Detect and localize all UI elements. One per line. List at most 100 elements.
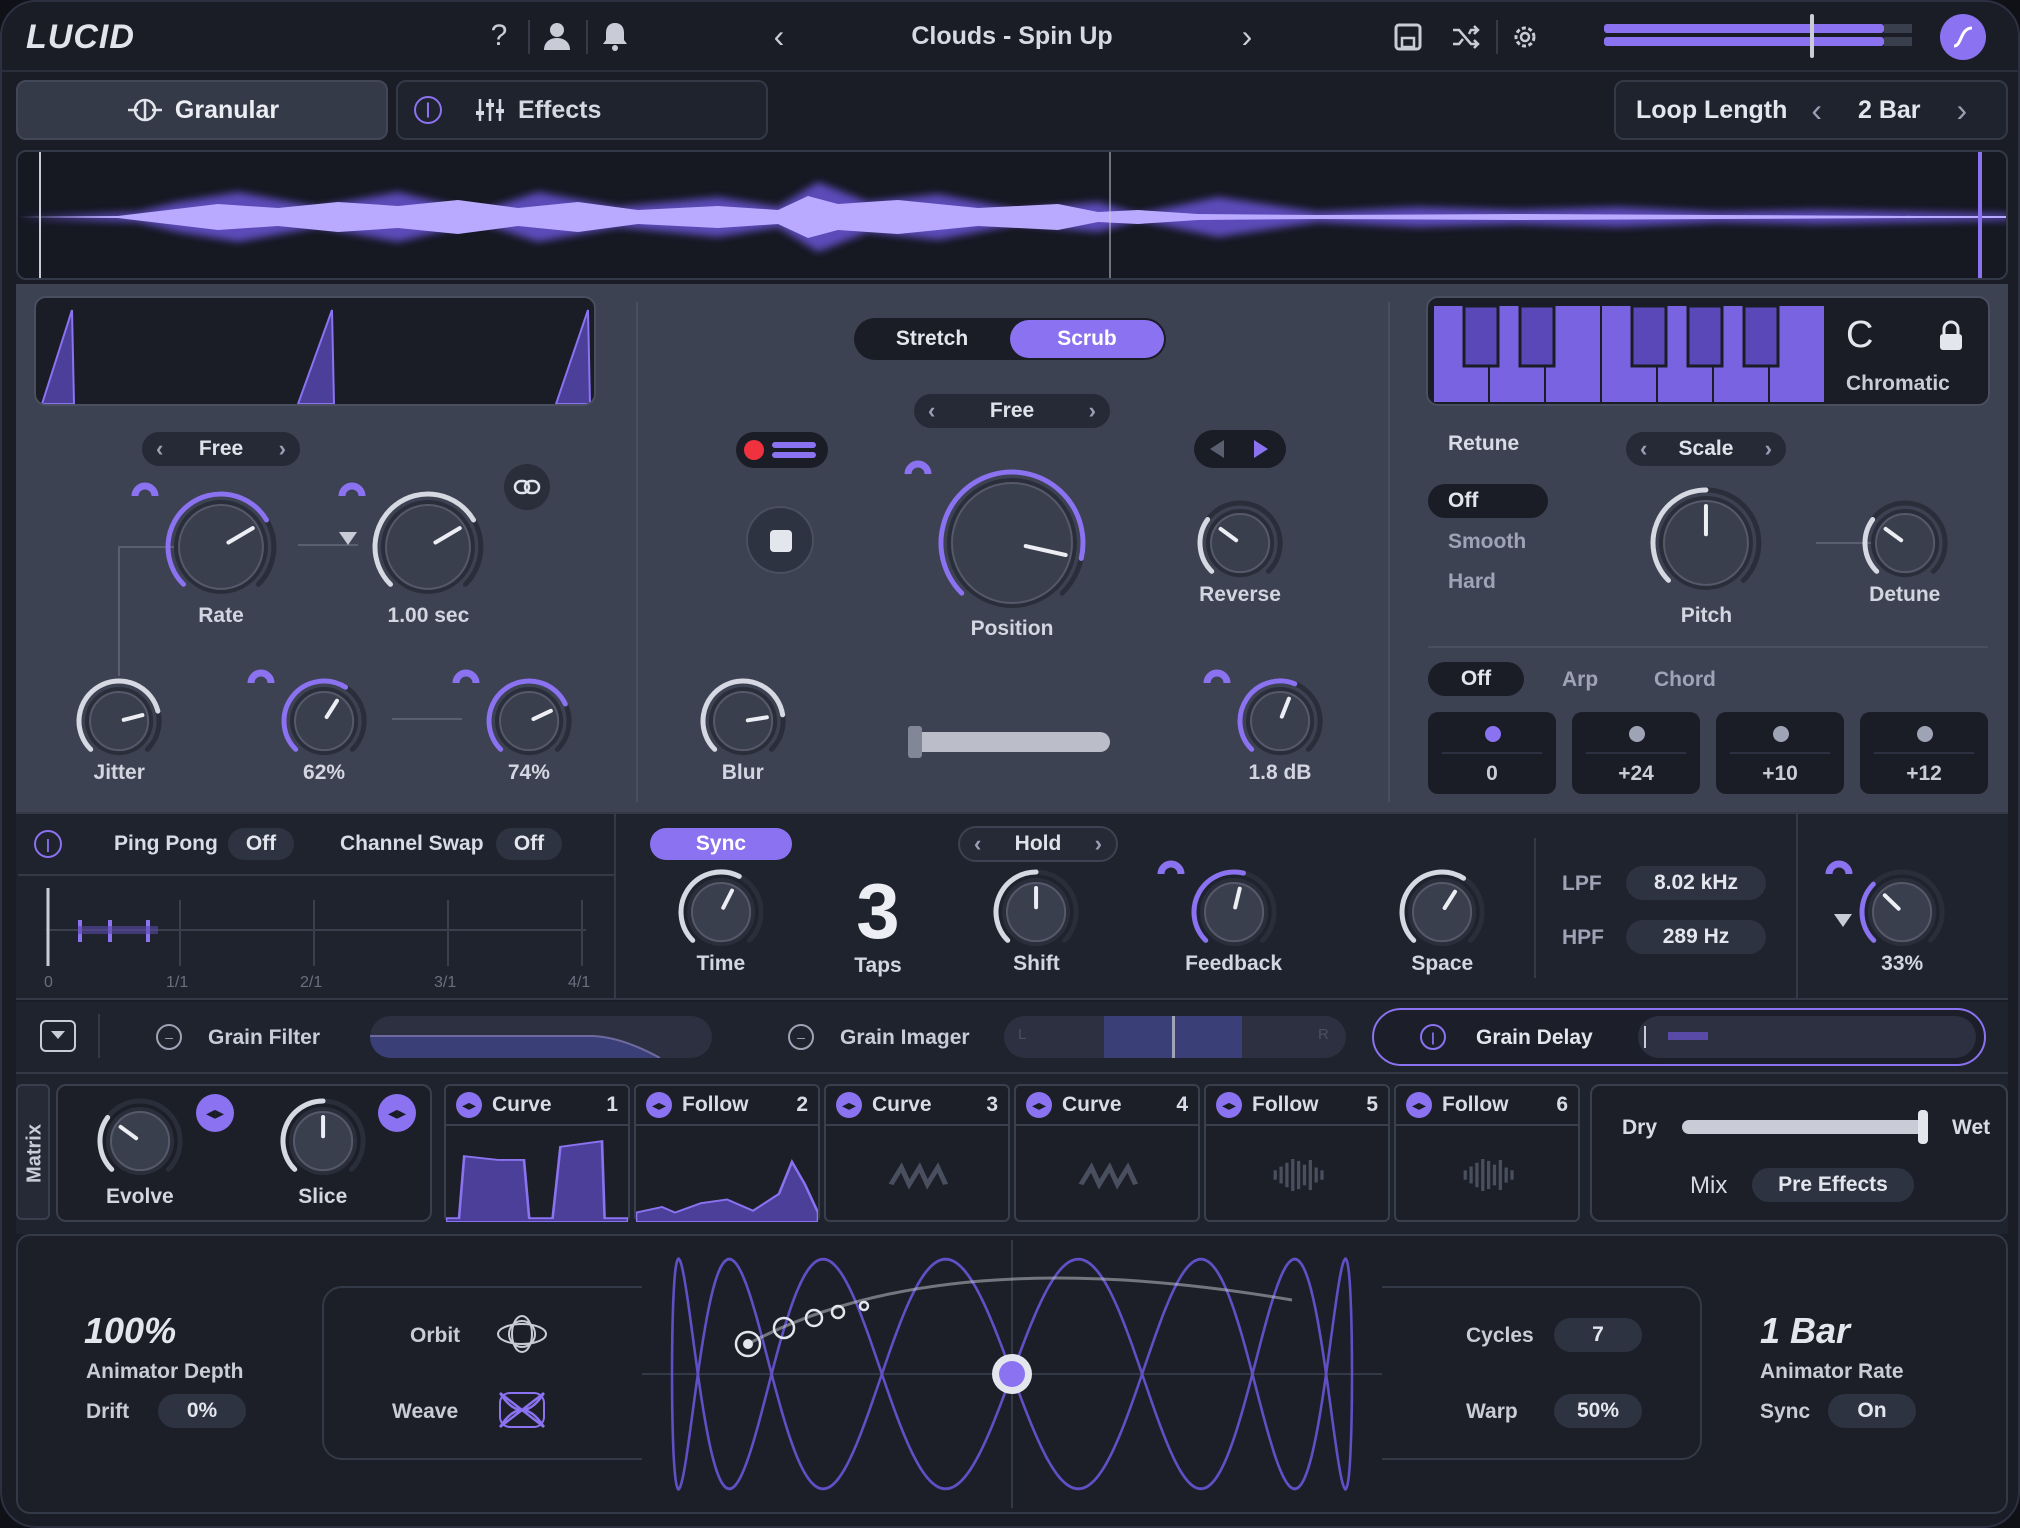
loop-length-control[interactable]: Loop Length ‹ 2 Bar ›	[1614, 80, 2008, 140]
matrix-slot-3[interactable]: ◂▸ Curve 3	[824, 1084, 1010, 1222]
chord-voice[interactable]: +10	[1716, 712, 1844, 794]
grain-filter-preview[interactable]	[370, 1016, 712, 1058]
taps-value[interactable]: 3	[828, 866, 928, 957]
time-knob-mod-icon[interactable]	[337, 474, 367, 504]
slice-knob[interactable]	[277, 1095, 369, 1187]
rate-mode-select[interactable]: ‹ Free ›	[140, 430, 302, 468]
user-icon[interactable]	[542, 18, 572, 54]
chevron-left-icon[interactable]: ‹	[928, 398, 935, 424]
jitter-knob[interactable]	[73, 675, 165, 767]
lpf-value[interactable]: 8.02 kHz	[1626, 866, 1766, 900]
chord-voice[interactable]: 0	[1428, 712, 1556, 794]
window-envelope-display[interactable]	[34, 296, 596, 406]
chord-mode-arp[interactable]: Arp	[1562, 668, 1598, 692]
chevron-left-icon[interactable]: ‹	[1640, 436, 1647, 462]
chevron-left-icon[interactable]: ‹	[974, 831, 981, 857]
shift-knob[interactable]	[990, 866, 1082, 958]
waveform-display[interactable]	[16, 150, 2008, 280]
loop-prev-icon[interactable]: ‹	[1811, 92, 1822, 129]
detune-knob[interactable]	[1859, 497, 1951, 589]
grain-imager-power-icon[interactable]: –	[788, 1024, 814, 1050]
slice-mod-icon[interactable]: ◂▸	[378, 1094, 416, 1132]
position-knob[interactable]	[935, 466, 1089, 620]
delay-sync-toggle[interactable]: Sync	[650, 828, 792, 860]
rate-knob-mod-icon[interactable]	[130, 474, 160, 504]
grain-filter-label[interactable]: Grain Filter	[208, 1026, 320, 1050]
matrix-slot-4[interactable]: ◂▸ Curve 4	[1014, 1084, 1200, 1222]
blur-knob[interactable]	[697, 675, 789, 767]
grain-delay-slot[interactable]: | Grain Delay	[1372, 1008, 1986, 1066]
stretch-scrub-toggle[interactable]: Stretch Scrub	[854, 318, 1166, 360]
play-forward-icon[interactable]	[1254, 440, 1268, 458]
gain-knob-mod-icon[interactable]	[1202, 661, 1232, 691]
hold-button[interactable]	[746, 506, 814, 574]
rate-knob[interactable]	[162, 488, 280, 606]
shuffle-icon[interactable]	[1450, 20, 1482, 54]
weave-icon[interactable]	[492, 1388, 552, 1432]
space-knob[interactable]	[1396, 866, 1488, 958]
animator-rate-value[interactable]: 1 Bar	[1760, 1310, 1850, 1352]
next-preset-icon[interactable]: ›	[1232, 18, 1262, 54]
play-reverse-icon[interactable]	[1210, 440, 1224, 458]
chevron-left-icon[interactable]: ‹	[156, 436, 163, 462]
feedback-knob-mod-icon[interactable]	[1156, 852, 1186, 882]
previous-preset-icon[interactable]: ‹	[764, 18, 794, 54]
delay-power-icon[interactable]: |	[34, 830, 62, 858]
time-knob[interactable]	[369, 488, 487, 606]
cycles-value[interactable]: 7	[1554, 1318, 1642, 1352]
direction-toggle[interactable]	[1194, 430, 1286, 468]
spray-slider[interactable]	[908, 726, 1110, 758]
delay-time-knob[interactable]	[675, 866, 767, 958]
chord-voice[interactable]: +24	[1572, 712, 1700, 794]
retune-off-option[interactable]: Off	[1428, 484, 1548, 518]
dry-wet-slider[interactable]	[1682, 1110, 1928, 1144]
grain-imager-preview[interactable]: L R	[1004, 1016, 1346, 1058]
animator-sync-value[interactable]: On	[1828, 1394, 1916, 1428]
grain-pct1-knob[interactable]	[278, 675, 370, 767]
grain-filter-power-icon[interactable]: –	[156, 1024, 182, 1050]
grain-pct2-knob[interactable]	[483, 675, 575, 767]
chevron-right-icon[interactable]: ›	[279, 436, 286, 462]
evolve-knob[interactable]	[94, 1095, 186, 1187]
record-toggle[interactable]	[736, 432, 828, 468]
position-knob-mod-icon[interactable]	[903, 452, 933, 482]
grain-pct1-knob-mod-icon[interactable]	[246, 661, 276, 691]
scrub-option[interactable]: Scrub	[1010, 320, 1164, 358]
delay-hold-select[interactable]: ‹ Hold ›	[958, 826, 1118, 862]
grain-delay-power-icon[interactable]: |	[1420, 1024, 1446, 1050]
save-icon[interactable]	[1392, 20, 1424, 54]
lock-icon[interactable]	[1938, 320, 1964, 357]
retune-smooth-option[interactable]: Smooth	[1448, 530, 1526, 554]
delay-mix-knob-mod-icon[interactable]	[1824, 852, 1854, 882]
help-icon[interactable]: ?	[484, 16, 514, 56]
keyboard-panel[interactable]: C Chromatic	[1426, 296, 1990, 406]
reverse-knob[interactable]	[1194, 497, 1286, 589]
gain-knob[interactable]	[1234, 675, 1326, 767]
matrix-slot-6[interactable]: ◂▸ Follow 6	[1394, 1084, 1580, 1222]
dry-wet-handle[interactable]	[1918, 1110, 1928, 1144]
grain-imager-label[interactable]: Grain Imager	[840, 1026, 970, 1050]
hpf-value[interactable]: 289 Hz	[1626, 920, 1766, 954]
position-mode-select[interactable]: ‹ Free ›	[912, 392, 1112, 430]
evolve-mod-icon[interactable]: ◂▸	[196, 1094, 234, 1132]
orbit-icon[interactable]	[492, 1312, 552, 1356]
tab-granular[interactable]: Granular	[16, 80, 388, 140]
delay-mix-knob[interactable]	[1856, 866, 1948, 958]
animator-xy-display[interactable]	[642, 1240, 1382, 1508]
spray-slider-handle[interactable]	[908, 726, 922, 758]
matrix-slot-5[interactable]: ◂▸ Follow 5	[1204, 1084, 1390, 1222]
pitch-knob[interactable]	[1647, 484, 1765, 602]
grain-pct2-knob-mod-icon[interactable]	[451, 661, 481, 691]
link-icon[interactable]	[504, 464, 550, 510]
chevron-right-icon[interactable]: ›	[1095, 831, 1102, 857]
chevron-right-icon[interactable]: ›	[1089, 398, 1096, 424]
chord-mode-chord[interactable]: Chord	[1654, 668, 1716, 692]
chord-voice[interactable]: +12	[1860, 712, 1988, 794]
drift-value[interactable]: 0%	[158, 1394, 246, 1428]
chord-mode-off[interactable]: Off	[1428, 662, 1524, 696]
settings-gear-icon[interactable]	[1508, 20, 1542, 54]
channel-swap-toggle[interactable]: Off	[496, 828, 562, 860]
effects-power-icon[interactable]: |	[414, 96, 442, 124]
stretch-option[interactable]: Stretch	[854, 327, 1010, 351]
bell-icon[interactable]	[600, 18, 630, 54]
